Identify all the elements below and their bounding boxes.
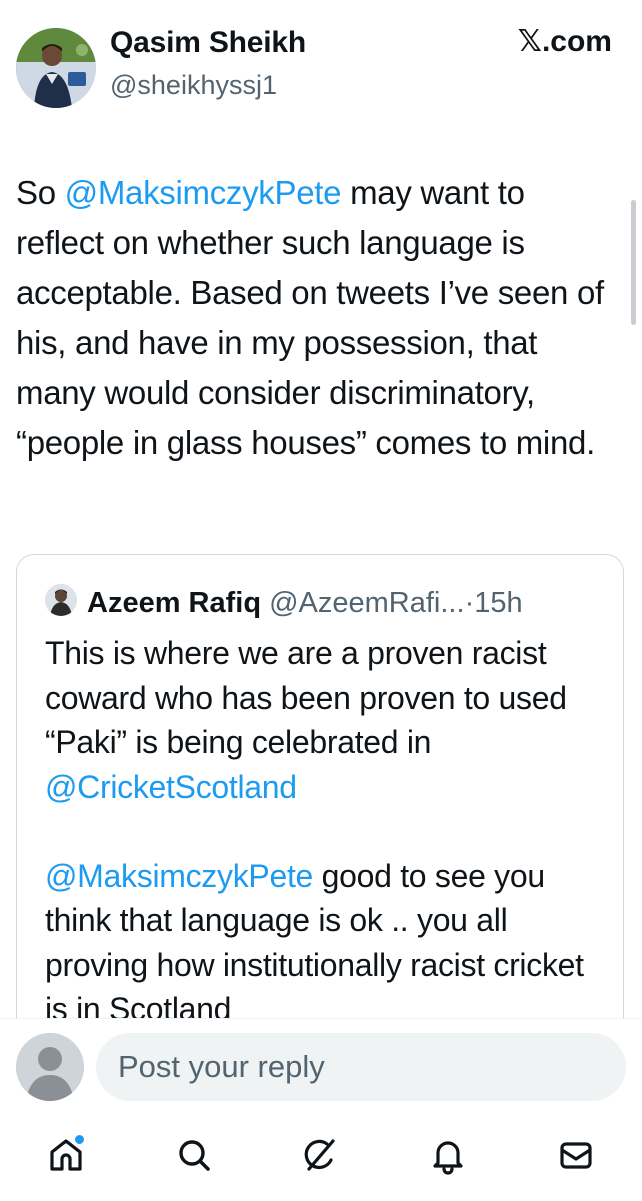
quoted-paragraph: This is where we are a proven racist cow… bbox=[45, 631, 605, 809]
notifications-icon[interactable] bbox=[426, 1133, 470, 1177]
quoted-timestamp: 15h bbox=[474, 587, 523, 619]
bottom-bar bbox=[0, 1018, 642, 1201]
user-avatar[interactable] bbox=[16, 1033, 84, 1101]
scrollbar[interactable] bbox=[631, 200, 636, 325]
tweet-text: So @MaksimczykPete may want to reflect o… bbox=[16, 168, 616, 468]
quoted-text-part: This is where we are a proven racist cow… bbox=[45, 635, 567, 760]
quoted-author-name: Azeem Rafiq bbox=[87, 587, 262, 619]
bottom-nav bbox=[0, 1119, 642, 1191]
reply-input[interactable] bbox=[96, 1033, 626, 1101]
tweet-header: Qasim Sheikh @sheikhyssj1 𝕏.com bbox=[0, 0, 642, 130]
author-avatar[interactable] bbox=[16, 28, 96, 108]
search-icon[interactable] bbox=[172, 1133, 216, 1177]
quoted-paragraph: @MaksimczykPete good to see you think th… bbox=[45, 854, 605, 1032]
quoted-author-avatar bbox=[45, 584, 77, 616]
quoted-tweet[interactable]: Azeem Rafiq @AzeemRafi...·15h This is wh… bbox=[16, 554, 624, 1054]
grok-icon[interactable] bbox=[298, 1133, 342, 1177]
quoted-tweet-text: This is where we are a proven racist cow… bbox=[45, 631, 605, 1032]
tweet-text-part: may want to reflect on whether such lang… bbox=[16, 174, 604, 461]
mention-link[interactable]: @MaksimczykPete bbox=[65, 174, 342, 211]
mention-link[interactable]: @CricketScotland bbox=[45, 769, 297, 805]
site-label: 𝕏.com bbox=[517, 25, 612, 58]
author-handle[interactable]: @sheikhyssj1 bbox=[110, 70, 277, 101]
quoted-tweet-header: Azeem Rafiq @AzeemRafi...·15h bbox=[45, 583, 523, 623]
home-icon[interactable] bbox=[44, 1133, 88, 1177]
quoted-author-handle: @AzeemRafi... bbox=[269, 587, 465, 619]
mention-link[interactable]: @MaksimczykPete bbox=[45, 858, 313, 894]
author-name[interactable]: Qasim Sheikh bbox=[110, 26, 306, 60]
messages-icon[interactable] bbox=[554, 1133, 598, 1177]
tweet-text-part: So bbox=[16, 174, 65, 211]
home-notification-dot bbox=[73, 1133, 86, 1146]
separator-dot: · bbox=[464, 587, 475, 619]
